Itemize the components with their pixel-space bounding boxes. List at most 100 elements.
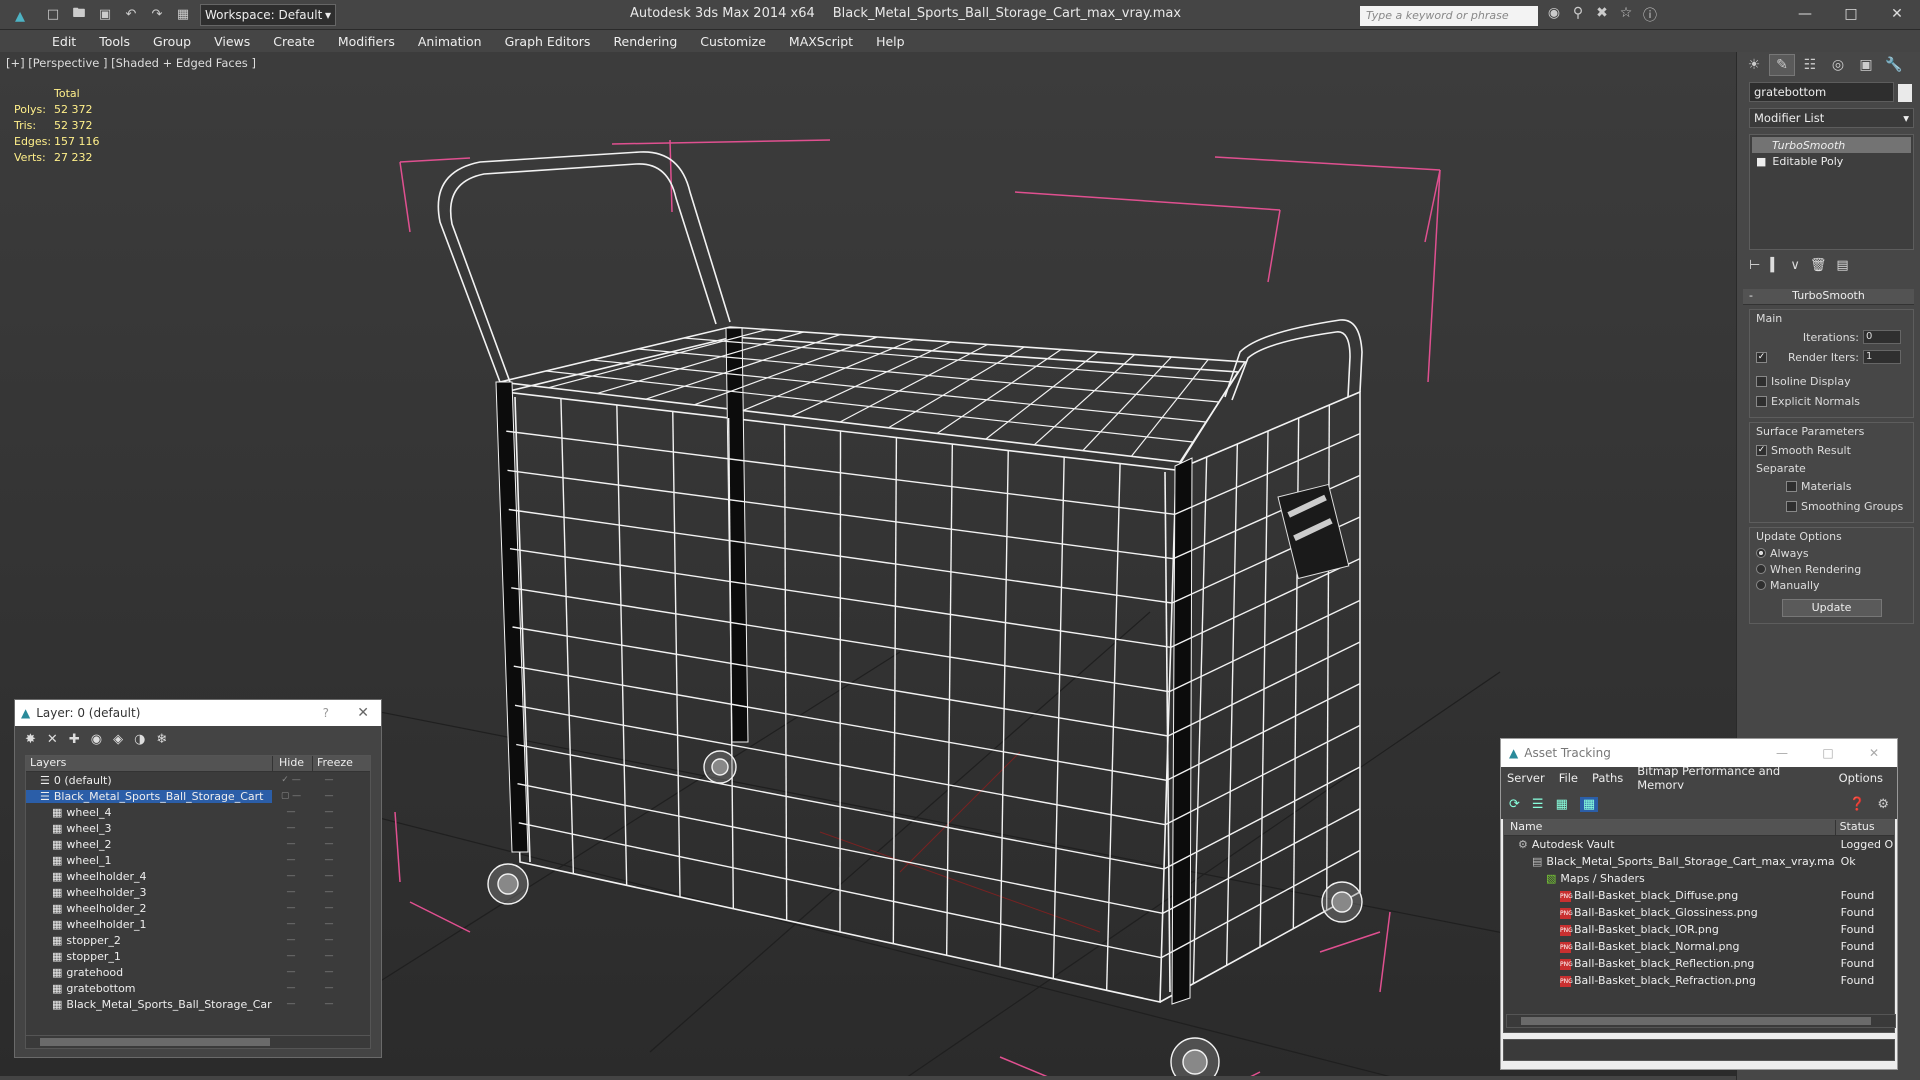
undo-icon[interactable]: ↶ <box>120 4 142 26</box>
explicit-normals-checkbox[interactable] <box>1756 395 1767 407</box>
freeze-toggle[interactable]: — <box>310 871 348 881</box>
save-icon[interactable]: ▣ <box>94 4 116 26</box>
minimize-icon[interactable]: — <box>1759 739 1805 767</box>
configure-sets-icon[interactable]: ▤ <box>1836 258 1848 273</box>
asset-row[interactable]: ▧ Maps / Shaders <box>1504 870 1894 887</box>
exchange-icon[interactable]: ✖ <box>1590 5 1614 25</box>
hide-toggle[interactable]: — <box>272 983 310 993</box>
col-hide[interactable]: Hide <box>272 756 312 771</box>
pin-stack-icon[interactable]: ⊢ <box>1749 258 1760 273</box>
col-status[interactable]: Status <box>1834 820 1894 835</box>
menu-create[interactable]: Create <box>273 34 315 49</box>
menu-modifiers[interactable]: Modifiers <box>338 34 395 49</box>
smoothing-groups-checkbox[interactable] <box>1786 500 1797 512</box>
menu-maxscript[interactable]: MAXScript <box>789 34 853 49</box>
thumbnail-view-icon[interactable]: ▦ <box>1556 797 1568 812</box>
hide-toggle[interactable]: — <box>272 903 310 913</box>
viewport-label[interactable]: [+] [Perspective ] [Shaded + Edged Faces… <box>6 56 256 70</box>
layer-row[interactable]: ▦ stopper_2— — <box>26 932 370 948</box>
turbosmooth-rollout-header[interactable]: - TurboSmooth <box>1743 289 1914 305</box>
col-freeze[interactable]: Freeze <box>312 756 353 771</box>
close-icon[interactable]: ✕ <box>1851 739 1897 767</box>
hide-toggle[interactable]: — <box>272 967 310 977</box>
freeze-toggle[interactable]: — <box>310 983 348 993</box>
smooth-result-checkbox[interactable]: ✓ <box>1756 444 1767 456</box>
freeze-toggle[interactable]: — <box>310 951 348 961</box>
asset-menu-options[interactable]: Options <box>1839 771 1883 785</box>
scroll-thumb[interactable] <box>1521 1017 1871 1025</box>
asset-menu-server[interactable]: Server <box>1507 771 1545 785</box>
redo-icon[interactable]: ↷ <box>146 4 168 26</box>
hide-toggle[interactable]: — <box>272 823 310 833</box>
layer-row[interactable]: ▦ wheelholder_3— — <box>26 884 370 900</box>
layer-row[interactable]: ▦ stopper_1— — <box>26 948 370 964</box>
menu-help[interactable]: Help <box>876 34 905 49</box>
asset-row[interactable]: PNGBall-Basket_black_Reflection.png Found <box>1504 955 1894 972</box>
hide-toggle[interactable]: ✓ — <box>272 775 310 785</box>
hide-toggle[interactable]: — <box>272 951 310 961</box>
isoline-display-checkbox[interactable] <box>1756 375 1767 387</box>
layer-row[interactable]: ▦ wheelholder_4— — <box>26 868 370 884</box>
asset-row[interactable]: PNGBall-Basket_black_Refraction.png Found <box>1504 972 1894 989</box>
object-name-field[interactable]: gratebottom <box>1749 82 1894 102</box>
help-icon[interactable]: ⓘ <box>1638 5 1662 25</box>
scroll-thumb[interactable] <box>40 1038 270 1046</box>
asset-window-titlebar[interactable]: ▲ Asset Tracking — □ ✕ <box>1501 739 1897 767</box>
layer-row[interactable]: ▦ gratehood — — <box>26 964 370 980</box>
layer-row[interactable]: ▦ gratebottom — — <box>26 980 370 996</box>
iterations-spinner[interactable]: 0 <box>1863 330 1901 344</box>
hierarchy-tab-icon[interactable]: ☷ <box>1797 54 1823 76</box>
settings-icon[interactable]: ⚙ <box>1877 797 1889 812</box>
menu-group[interactable]: Group <box>153 34 191 49</box>
when-rendering-radio[interactable] <box>1756 564 1766 574</box>
search-input[interactable]: Type a keyword or phrase <box>1360 6 1538 26</box>
hide-toggle[interactable]: — <box>272 999 310 1009</box>
asset-row[interactable]: PNGBall-Basket_black_Glossiness.png Found <box>1504 904 1894 921</box>
manually-radio[interactable] <box>1756 580 1766 590</box>
hide-toggle[interactable]: — <box>272 887 310 897</box>
show-end-result-icon[interactable]: ▍ <box>1770 258 1780 273</box>
render-iters-checkbox[interactable]: ✓ <box>1756 351 1767 363</box>
freeze-toggle[interactable]: — <box>310 775 348 785</box>
layer-horizontal-scrollbar[interactable] <box>25 1035 371 1049</box>
workspace-dropdown[interactable]: Workspace: Default ▾ <box>200 3 336 26</box>
utilities-tab-icon[interactable]: 🔧 <box>1881 54 1907 76</box>
layer-window-titlebar[interactable]: ▲ Layer: 0 (default) ? ✕ <box>15 700 381 726</box>
new-file-icon[interactable]: □ <box>42 4 64 26</box>
menu-edit[interactable]: Edit <box>52 34 76 49</box>
freeze-toggle[interactable]: — <box>310 919 348 929</box>
motion-tab-icon[interactable]: ◎ <box>1825 54 1851 76</box>
hide-toggle[interactable]: — <box>272 871 310 881</box>
asset-row[interactable]: ⚙ Autodesk Vault Logged O <box>1504 836 1894 853</box>
highlight-layer-icon[interactable]: ◈ <box>113 732 123 747</box>
freeze-toggle[interactable]: — <box>310 999 348 1009</box>
star-icon[interactable]: ☆ <box>1614 5 1638 25</box>
menu-graph-editors[interactable]: Graph Editors <box>505 34 591 49</box>
hide-toggle[interactable]: — <box>272 807 310 817</box>
open-file-icon[interactable]: 🖿 <box>68 4 90 26</box>
freeze-toggle[interactable]: — <box>310 887 348 897</box>
materials-checkbox[interactable] <box>1786 480 1797 492</box>
freeze-toggle[interactable]: — <box>310 967 348 977</box>
make-unique-icon[interactable]: ∨ <box>1790 258 1800 273</box>
minimize-icon[interactable]: — <box>1782 0 1828 28</box>
asset-row[interactable]: PNGBall-Basket_black_Diffuse.png Found <box>1504 887 1894 904</box>
project-folder-icon[interactable]: ▦ <box>172 4 194 26</box>
menu-views[interactable]: Views <box>214 34 250 49</box>
hide-toggle[interactable]: — <box>272 919 310 929</box>
layer-row[interactable]: ▦ wheelholder_2— — <box>26 900 370 916</box>
freeze-toggle[interactable]: — <box>310 823 348 833</box>
freeze-toggle[interactable]: — <box>310 935 348 945</box>
hide-toggle[interactable]: — <box>272 855 310 865</box>
close-icon[interactable]: ✕ <box>1874 0 1920 28</box>
list-view-icon[interactable]: ☰ <box>1532 797 1544 812</box>
asset-horizontal-scrollbar[interactable] <box>1506 1014 1896 1028</box>
freeze-toggle[interactable]: — <box>310 903 348 913</box>
layer-row[interactable]: ☰ 0 (default) ✓ — — <box>26 772 370 788</box>
asset-row[interactable]: PNGBall-Basket_black_IOR.png Found <box>1504 921 1894 938</box>
app-logo-icon[interactable]: ▴ <box>0 0 40 30</box>
update-button[interactable]: Update <box>1781 599 1882 617</box>
hide-toggle[interactable]: — <box>272 839 310 849</box>
menu-tools[interactable]: Tools <box>99 34 130 49</box>
freeze-toggle[interactable]: — <box>310 807 348 817</box>
